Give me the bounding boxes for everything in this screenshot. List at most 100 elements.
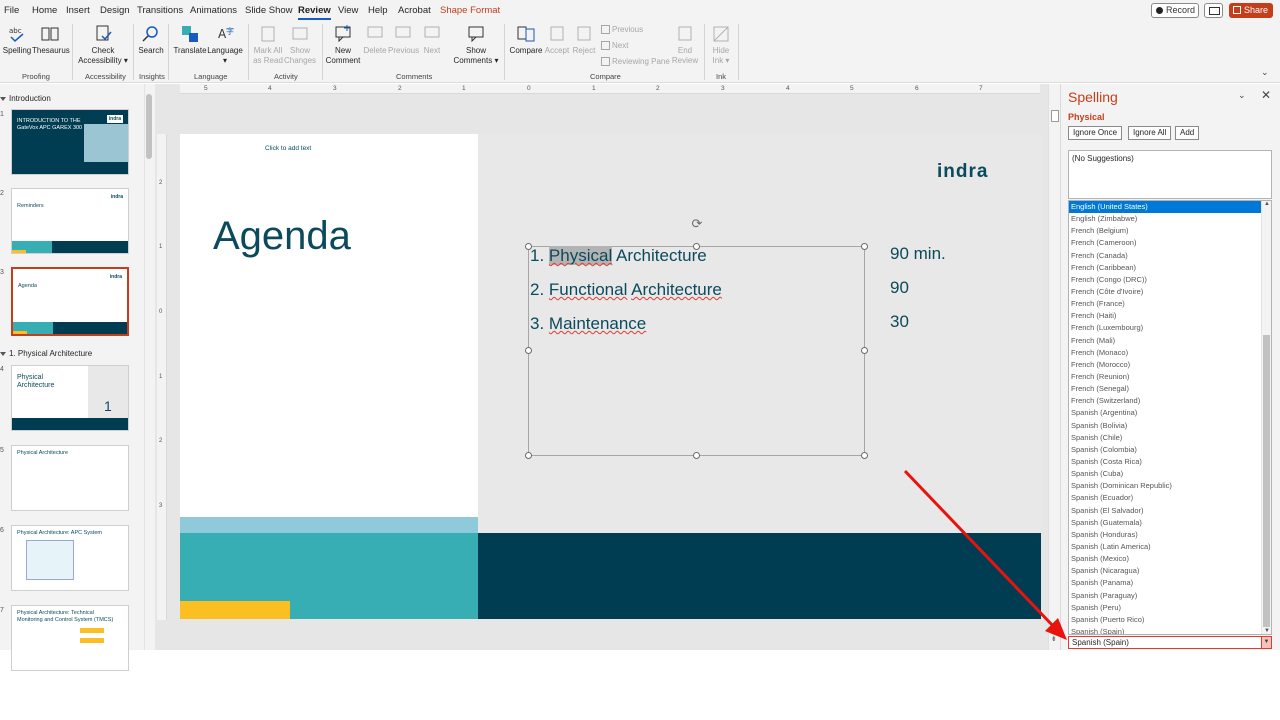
scroll-up-icon[interactable]: ▲ [1264, 201, 1270, 207]
language-option[interactable]: French (Canada) [1069, 250, 1262, 262]
reviewing-pane-button[interactable]: Reviewing Pane [601, 57, 670, 67]
agenda-item[interactable]: 2. Functional Architecture [530, 280, 722, 300]
translate-button[interactable]: Translate [172, 24, 208, 56]
ignore-all-button[interactable]: Ignore All [1128, 126, 1172, 140]
hide-ink-button[interactable]: Hide Ink ▾ [708, 24, 734, 66]
tab-help[interactable]: Help [368, 5, 388, 16]
compare-button[interactable]: Compare [508, 24, 544, 56]
accept-button[interactable]: Accept [544, 24, 570, 56]
slide-thumbnail-6[interactable]: Physical Architecture: APC System [11, 525, 129, 591]
tab-design[interactable]: Design [100, 5, 130, 16]
section-introduction[interactable]: Introduction [0, 94, 51, 103]
tab-shape-format[interactable]: Shape Format [440, 5, 500, 16]
language-option[interactable]: French (Morocco) [1069, 359, 1262, 371]
language-option[interactable]: French (Switzerland) [1069, 395, 1262, 407]
tab-slide-show[interactable]: Slide Show [245, 5, 293, 16]
resize-handle[interactable] [525, 452, 532, 459]
language-option[interactable]: English (United States) [1069, 201, 1262, 214]
section-physical-architecture[interactable]: 1. Physical Architecture [0, 349, 92, 358]
show-changes-button[interactable]: Show Changes [284, 24, 316, 66]
slide-thumbnail-2[interactable]: Reminders indra [11, 188, 129, 254]
share-button[interactable]: Share [1229, 3, 1273, 18]
resize-handle[interactable] [861, 347, 868, 354]
language-option[interactable]: Spanish (Dominican Republic) [1069, 480, 1262, 492]
canvas-scrollbar[interactable]: ⇞ ⇟ [1048, 84, 1060, 650]
reject-button[interactable]: Reject [571, 24, 597, 56]
check-accessibility-button[interactable]: Check Accessibility ▾ [76, 24, 130, 66]
tab-review[interactable]: Review [298, 5, 331, 20]
language-option[interactable]: Spanish (Colombia) [1069, 444, 1262, 456]
slide-thumbnail-7[interactable]: Physical Architecture: Technical Monitor… [11, 605, 129, 671]
delete-comment-button[interactable]: Delete [362, 24, 388, 56]
slide-thumbnail-4[interactable]: Physical Architecture indra 1 [11, 365, 129, 431]
close-icon[interactable]: ✕ [1261, 88, 1271, 102]
agenda-item[interactable]: 1. Physical Architecture [530, 246, 707, 266]
language-option[interactable]: Spanish (Latin America) [1069, 541, 1262, 553]
tab-insert[interactable]: Insert [66, 5, 90, 16]
language-option[interactable]: Spanish (Mexico) [1069, 553, 1262, 565]
misspelled-word-highlight[interactable]: Physical [548, 246, 613, 265]
show-comments-button[interactable]: Show Comments ▾ [452, 24, 500, 66]
scroll-thumb[interactable] [1263, 335, 1270, 627]
end-review-button[interactable]: End Review [670, 24, 700, 66]
scroll-down-icon[interactable]: ▼ [1264, 628, 1270, 634]
suggestions-list[interactable]: (No Suggestions) [1068, 150, 1272, 199]
language-option[interactable]: French (Monaco) [1069, 347, 1262, 359]
current-slide[interactable]: Click to add text Agenda indra ⟳ 1. Phys… [180, 134, 1041, 619]
language-option[interactable]: French (Belgium) [1069, 225, 1262, 237]
language-option[interactable]: French (Côte d'Ivoire) [1069, 286, 1262, 298]
comments-button[interactable] [1204, 3, 1223, 18]
slide-thumbnail-5[interactable]: Physical Architecture [11, 445, 129, 511]
language-option[interactable]: French (Caribbean) [1069, 262, 1262, 274]
tab-acrobat[interactable]: Acrobat [398, 5, 431, 16]
ignore-once-button[interactable]: Ignore Once [1068, 126, 1123, 140]
tab-view[interactable]: View [338, 5, 358, 16]
add-to-dictionary-button[interactable]: Add [1175, 126, 1200, 140]
tab-file[interactable]: File [4, 5, 19, 16]
chevron-down-icon[interactable]: ⌄ [1238, 90, 1246, 101]
agenda-item[interactable]: 3. Maintenance [530, 314, 646, 334]
language-option[interactable]: French (Cameroon) [1069, 237, 1262, 249]
language-list-scrollbar[interactable]: ▲ ▼ [1261, 201, 1271, 634]
language-option[interactable]: French (Luxembourg) [1069, 322, 1262, 334]
language-option[interactable]: French (Senegal) [1069, 383, 1262, 395]
compare-previous-button[interactable]: Previous [601, 25, 643, 35]
language-option[interactable]: French (Haiti) [1069, 310, 1262, 322]
chevron-down-icon[interactable]: ▼ [1261, 637, 1271, 648]
language-option[interactable]: French (Reunion) [1069, 371, 1262, 383]
slide-thumbnail-3[interactable]: Agenda indra [11, 267, 129, 336]
scroll-previous-slide-icon[interactable]: ⇞ [1051, 624, 1057, 632]
record-button[interactable]: Record [1151, 3, 1199, 18]
language-option[interactable]: Spanish (Spain) [1069, 626, 1262, 634]
language-button[interactable]: A字 Language ▾ [207, 24, 243, 66]
slide-thumbnail-1[interactable]: INTRODUCTION TO THE GateVox APC GAREX 30… [11, 109, 129, 175]
language-option[interactable]: Spanish (Guatemala) [1069, 517, 1262, 529]
language-option[interactable]: Spanish (Chile) [1069, 432, 1262, 444]
tab-animations[interactable]: Animations [190, 5, 237, 16]
language-dropdown-list[interactable]: English (United States) English (Zimbabwe… [1068, 200, 1272, 635]
tab-home[interactable]: Home [32, 5, 57, 16]
language-option[interactable]: Spanish (Nicaragua) [1069, 565, 1262, 577]
previous-comment-button[interactable]: Previous [388, 24, 419, 56]
scroll-next-slide-icon[interactable]: ⇟ [1051, 635, 1057, 643]
language-option[interactable]: Spanish (El Salvador) [1069, 505, 1262, 517]
slide-title[interactable]: Agenda [213, 214, 351, 259]
mark-all-as-read-button[interactable]: Mark All as Read [252, 24, 284, 66]
language-option[interactable]: Spanish (Ecuador) [1069, 492, 1262, 504]
click-to-add-text-placeholder[interactable]: Click to add text [265, 145, 311, 152]
language-option[interactable]: French (France) [1069, 298, 1262, 310]
language-select[interactable]: Spanish (Spain) ▼ [1068, 636, 1272, 649]
search-button[interactable]: Search [137, 24, 165, 56]
language-option[interactable]: Spanish (Panama) [1069, 577, 1262, 589]
language-option[interactable]: English (Zimbabwe) [1069, 213, 1262, 225]
language-option[interactable]: Spanish (Cuba) [1069, 468, 1262, 480]
new-comment-button[interactable]: New Comment [324, 24, 362, 66]
scroll-thumb[interactable] [146, 94, 152, 159]
rotate-icon[interactable]: ⟳ [690, 217, 704, 231]
language-option[interactable]: Spanish (Peru) [1069, 602, 1262, 614]
thesaurus-button[interactable]: Thesaurus [32, 24, 70, 56]
language-option[interactable]: Spanish (Argentina) [1069, 407, 1262, 419]
scroll-thumb[interactable] [1051, 110, 1059, 122]
thumbnail-scrollbar[interactable] [144, 84, 152, 650]
tab-transitions[interactable]: Transitions [137, 5, 183, 16]
